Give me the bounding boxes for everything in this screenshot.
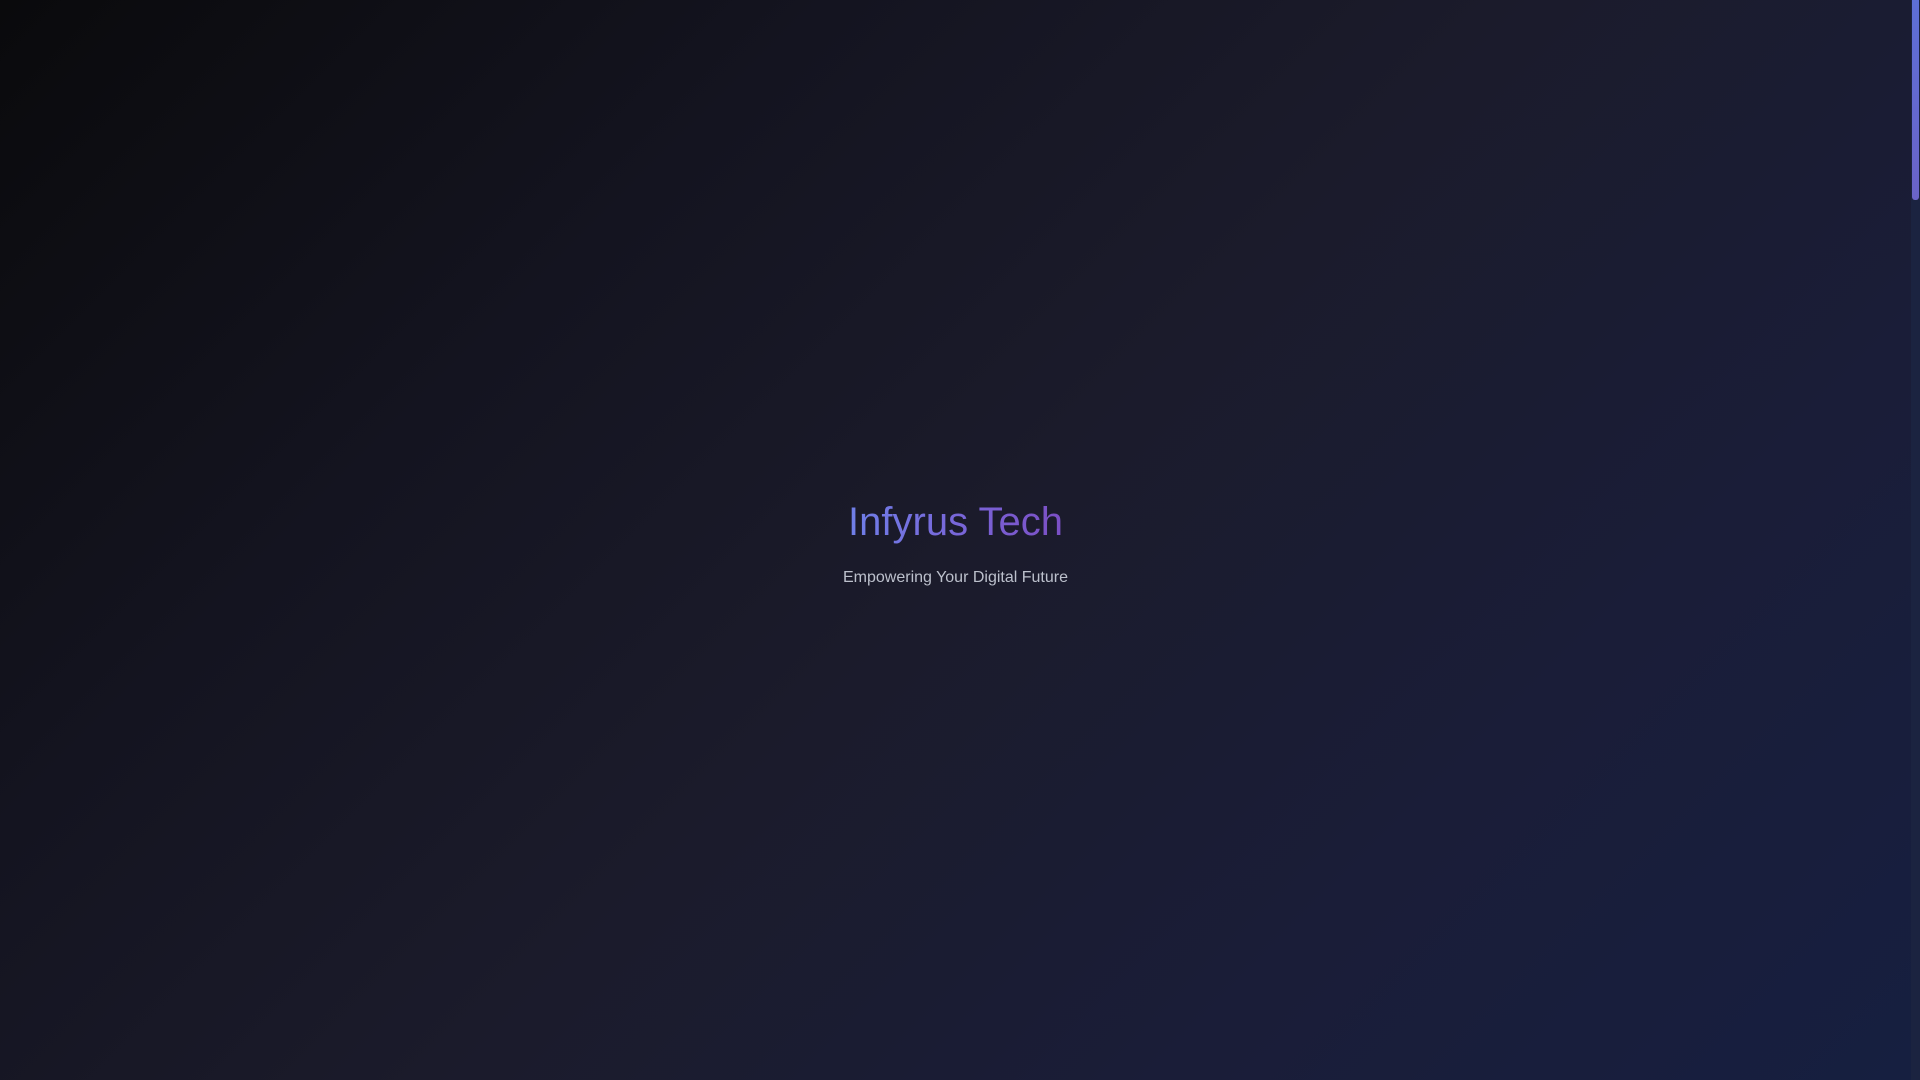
page-viewport: Infyrus Tech Empowering Your Digital Fut… [0, 0, 1911, 1080]
brand-title: Infyrus Tech [848, 500, 1063, 544]
scrollbar-thumb[interactable] [1912, 0, 1919, 200]
loading-hero: Infyrus Tech Empowering Your Digital Fut… [0, 0, 1911, 1080]
brand-tagline: Empowering Your Digital Future [842, 569, 1068, 586]
vertical-scrollbar[interactable] [1911, 0, 1920, 1080]
